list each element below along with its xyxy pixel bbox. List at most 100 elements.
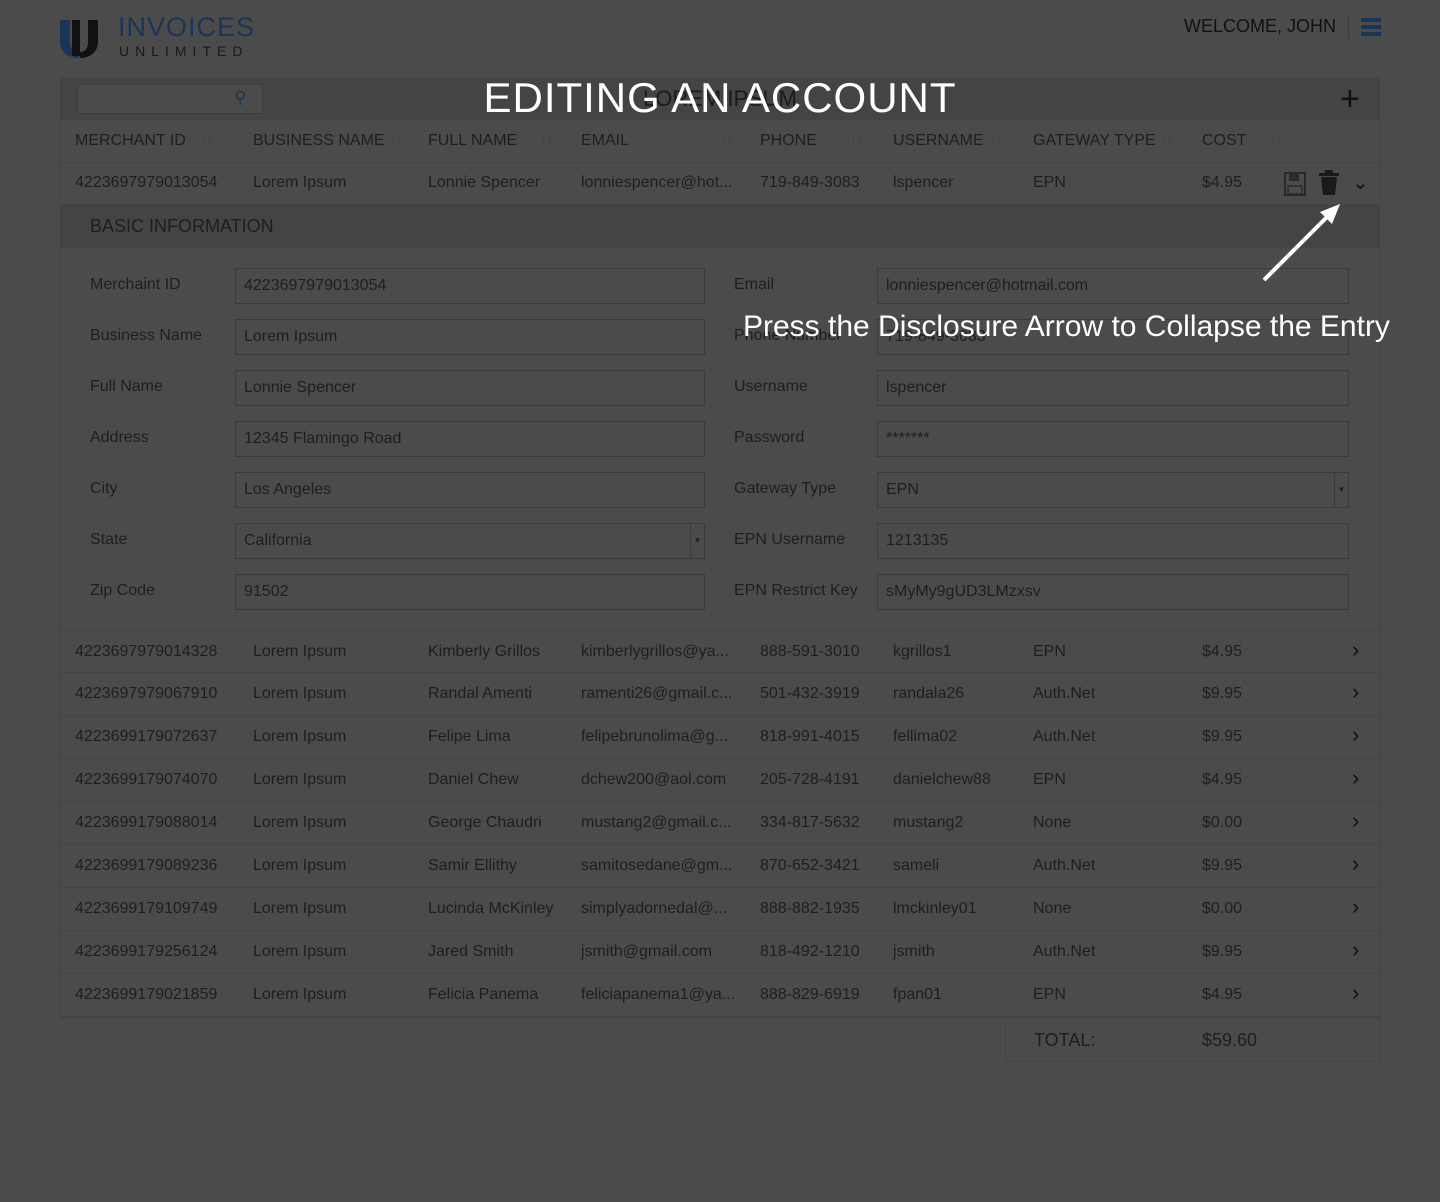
table-cell: 870-652-3421	[760, 857, 860, 874]
table-cell: 818-492-1210	[760, 943, 860, 960]
table-cell: Jared Smith	[428, 943, 514, 960]
column-header[interactable]: FULL NAME	[428, 132, 517, 150]
table-cell: feliciapanema1@ya...	[581, 986, 736, 1003]
table-cell: Kimberly Grillos	[428, 643, 541, 660]
expand-arrow-icon[interactable]: ›	[1352, 722, 1359, 748]
table-cell: None	[1033, 900, 1072, 917]
table-cell: dchew200@aol.com	[581, 771, 727, 788]
sort-icon[interactable]: ↓↑	[850, 133, 863, 148]
table-cell: danielchew88	[893, 771, 991, 788]
field-input[interactable]: 91502	[235, 574, 705, 610]
table-cell: lonniespencer@hot...	[581, 174, 733, 191]
field-input[interactable]: 1213135	[877, 523, 1349, 559]
expand-arrow-icon[interactable]: ›	[1352, 851, 1359, 877]
field-value: 12345 Flamingo Road	[244, 430, 402, 447]
field-input[interactable]: Lonnie Spencer	[235, 370, 705, 406]
table-cell: $4.95	[1202, 174, 1243, 191]
expand-arrow-icon[interactable]: ›	[1352, 679, 1359, 705]
field-input[interactable]: sMyMy9gUD3LMzxsv	[877, 574, 1349, 610]
table-row[interactable]: 4223699179256124 Lorem Ipsum Jared Smith js…	[60, 931, 1380, 974]
expand-arrow-icon[interactable]: ›	[1352, 765, 1359, 791]
table-row[interactable]: 4223697979014328 Lorem Ipsum Kimberly Gril…	[60, 630, 1380, 673]
table-cell: 4223699179109749	[75, 900, 218, 917]
field-input[interactable]: *******	[877, 421, 1349, 457]
field-input[interactable]: California ▼	[235, 523, 705, 559]
column-header[interactable]: MERCHANT ID	[75, 132, 186, 150]
expand-arrow-icon[interactable]: ›	[1352, 980, 1359, 1006]
table-cell: 4223699179021859	[75, 986, 218, 1003]
table-cell: EPN	[1033, 643, 1066, 660]
field-label: State	[90, 531, 128, 548]
collapse-arrow-icon[interactable]: ⌄	[1352, 170, 1369, 195]
column-header[interactable]: COST	[1202, 132, 1246, 150]
table-cell: $4.95	[1202, 771, 1243, 788]
field-label: Business Name	[90, 327, 203, 344]
table-row[interactable]: 4223697979067910 Lorem Ipsum Randal Amenti…	[60, 673, 1380, 716]
table-row[interactable]: 4223699179021859 Lorem Ipsum Felicia Panem…	[60, 974, 1380, 1017]
table-row[interactable]: 4223699179072637 Lorem Ipsum Felipe Lima fe…	[60, 716, 1380, 759]
table-row-expanded[interactable]: 4223697979013054 Lorem Ipsum Lonnie Spence…	[60, 162, 1380, 205]
field-label: Username	[734, 378, 808, 395]
table-cell: 334-817-5632	[760, 814, 860, 831]
menu-icon[interactable]	[1361, 18, 1381, 36]
table-cell: Lorem Ipsum	[253, 986, 347, 1003]
section-title: BASIC INFORMATION	[90, 216, 274, 236]
column-header[interactable]: USERNAME	[893, 132, 984, 150]
sort-icon[interactable]: ↓↑	[1270, 133, 1283, 148]
dropdown-icon[interactable]: ▼	[1334, 473, 1348, 507]
sort-icon[interactable]: ↓↑	[1160, 133, 1173, 148]
field-input[interactable]: Los Angeles	[235, 472, 705, 508]
column-header[interactable]: BUSINESS NAME	[253, 132, 385, 150]
table-cell: Lorem Ipsum	[253, 643, 347, 660]
table-cell: Auth.Net	[1033, 728, 1096, 745]
sort-icon[interactable]: ↓↑	[990, 133, 1003, 148]
save-icon[interactable]	[1284, 172, 1306, 196]
table-cell: Auth.Net	[1033, 857, 1096, 874]
field-label: Email	[734, 276, 775, 293]
table-cell: 4223699179072637	[75, 728, 218, 745]
table-cell: Daniel Chew	[428, 771, 519, 788]
column-header[interactable]: EMAIL	[581, 132, 629, 150]
table-row[interactable]: 4223699179109749 Lorem Ipsum Lucinda McKin…	[60, 888, 1380, 931]
table-cell: Lonnie Spencer	[428, 174, 541, 191]
table-cell: Felicia Panema	[428, 986, 539, 1003]
trash-icon[interactable]	[1318, 170, 1340, 196]
table-cell: felipebrunolima@g...	[581, 728, 728, 745]
sort-icon[interactable]: ↓↑	[390, 133, 403, 148]
expand-arrow-icon[interactable]: ›	[1352, 808, 1359, 834]
table-row[interactable]: 4223699179088014 Lorem Ipsum George Chaudr…	[60, 802, 1380, 845]
field-input[interactable]: lspencer	[877, 370, 1349, 406]
table-cell: 719-849-3083	[760, 174, 860, 191]
field-input[interactable]: 4223697979013054	[235, 268, 705, 304]
field-input[interactable]: EPN ▼	[877, 472, 1349, 508]
field-input[interactable]: 12345 Flamingo Road	[235, 421, 705, 457]
expand-arrow-icon[interactable]: ›	[1352, 894, 1359, 920]
dropdown-icon[interactable]: ▼	[690, 524, 704, 558]
table-cell: EPN	[1033, 986, 1066, 1003]
sort-icon[interactable]: ↓↑	[540, 133, 553, 148]
column-header[interactable]: PHONE	[760, 132, 817, 150]
logo-subtext: UNLIMITED	[119, 43, 249, 59]
table-cell: Felipe Lima	[428, 728, 511, 745]
table-cell: jsmith@gmail.com	[581, 943, 712, 960]
field-value: *******	[886, 430, 930, 447]
expand-arrow-icon[interactable]: ›	[1352, 637, 1359, 663]
expand-arrow-icon[interactable]: ›	[1352, 937, 1359, 963]
table-cell: 888-882-1935	[760, 900, 860, 917]
table-cell: Lorem Ipsum	[253, 900, 347, 917]
total-box: TOTAL: $59.60	[1005, 1018, 1380, 1062]
field-value: lspencer	[886, 379, 947, 396]
column-header[interactable]: GATEWAY TYPE	[1033, 132, 1156, 150]
table-row[interactable]: 4223699179089236 Lorem Ipsum Samir Ellithy…	[60, 845, 1380, 888]
table-cell: lmckinley01	[893, 900, 977, 917]
table-cell: mustang2	[893, 814, 964, 831]
table-cell: Randal Amenti	[428, 685, 533, 702]
table-cell: $0.00	[1202, 814, 1243, 831]
table-row[interactable]: 4223699179074070 Lorem Ipsum Daniel Chew dc…	[60, 759, 1380, 802]
sort-icon[interactable]: ↓↑	[200, 133, 213, 148]
field-input[interactable]: Lorem Ipsum	[235, 319, 705, 355]
sort-icon[interactable]: ↓↑	[720, 133, 733, 148]
table-cell: $9.95	[1202, 943, 1243, 960]
field-value: 91502	[244, 583, 289, 600]
table-cell: 4223697979014328	[75, 643, 218, 660]
